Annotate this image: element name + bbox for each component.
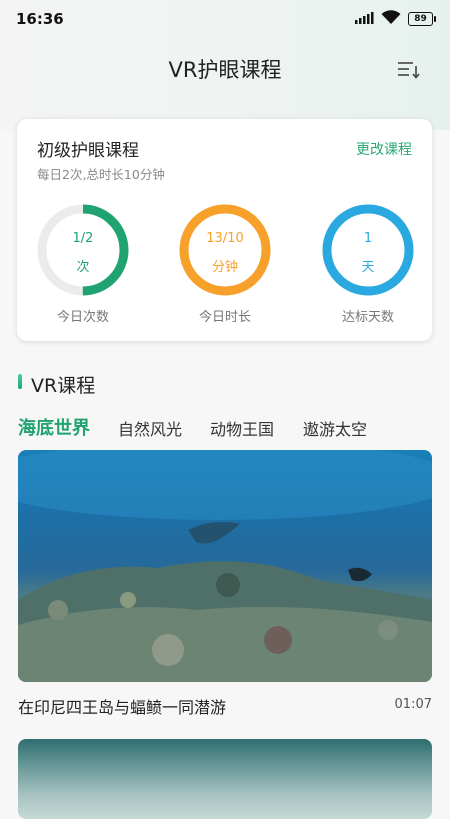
video-thumbnail-next[interactable] — [18, 739, 432, 819]
signal-icon — [355, 12, 374, 24]
course-card: 初级护眼课程 每日2次,总时长10分钟 更改课程 1/2 次 今日次数 13/1… — [17, 119, 432, 341]
times-unit: 次 — [76, 260, 90, 275]
days-label: 达标天数 — [341, 310, 394, 325]
duration-value: 13/10 — [206, 231, 244, 246]
video-title[interactable]: 在印尼四王岛与蝠鲼一同潜游 — [18, 694, 226, 718]
times-value: 1/2 — [72, 231, 94, 246]
status-bar: 16:36 89 — [0, 0, 450, 38]
video-thumbnail[interactable] — [18, 450, 432, 682]
times-label: 今日次数 — [56, 310, 109, 325]
section-title: VR课程 — [31, 375, 96, 397]
duration-label: 今日时长 — [198, 310, 251, 325]
duration-progress-ring: 13/10 分钟 — [177, 202, 273, 298]
duration-unit: 分钟 — [211, 260, 238, 275]
tab-space-travel[interactable]: 遨游太空 — [303, 416, 367, 440]
course-title: 初级护眼课程 — [37, 141, 139, 161]
status-time: 16:36 — [16, 10, 64, 28]
battery-icon: 89 — [408, 12, 436, 26]
sort-button[interactable] — [396, 58, 422, 82]
days-value: 1 — [363, 231, 373, 246]
section-accent-bar — [18, 374, 22, 389]
tab-animal-kingdom[interactable]: 动物王国 — [210, 416, 274, 440]
video-duration: 01:07 — [394, 697, 432, 712]
days-unit: 天 — [361, 260, 375, 275]
tab-natural-scenery[interactable]: 自然风光 — [118, 416, 182, 440]
underwater-scene-image — [18, 450, 432, 682]
days-progress-ring: 1 天 — [320, 202, 416, 298]
course-subtitle: 每日2次,总时长10分钟 — [37, 167, 165, 182]
tab-ocean-world[interactable]: 海底世界 — [18, 414, 90, 440]
change-course-button[interactable]: 更改课程 — [356, 139, 412, 159]
wifi-icon — [381, 10, 401, 24]
times-progress-ring: 1/2 次 — [35, 202, 131, 298]
page-title: VR护眼课程 — [168, 58, 282, 82]
sort-list-icon — [398, 62, 420, 79]
